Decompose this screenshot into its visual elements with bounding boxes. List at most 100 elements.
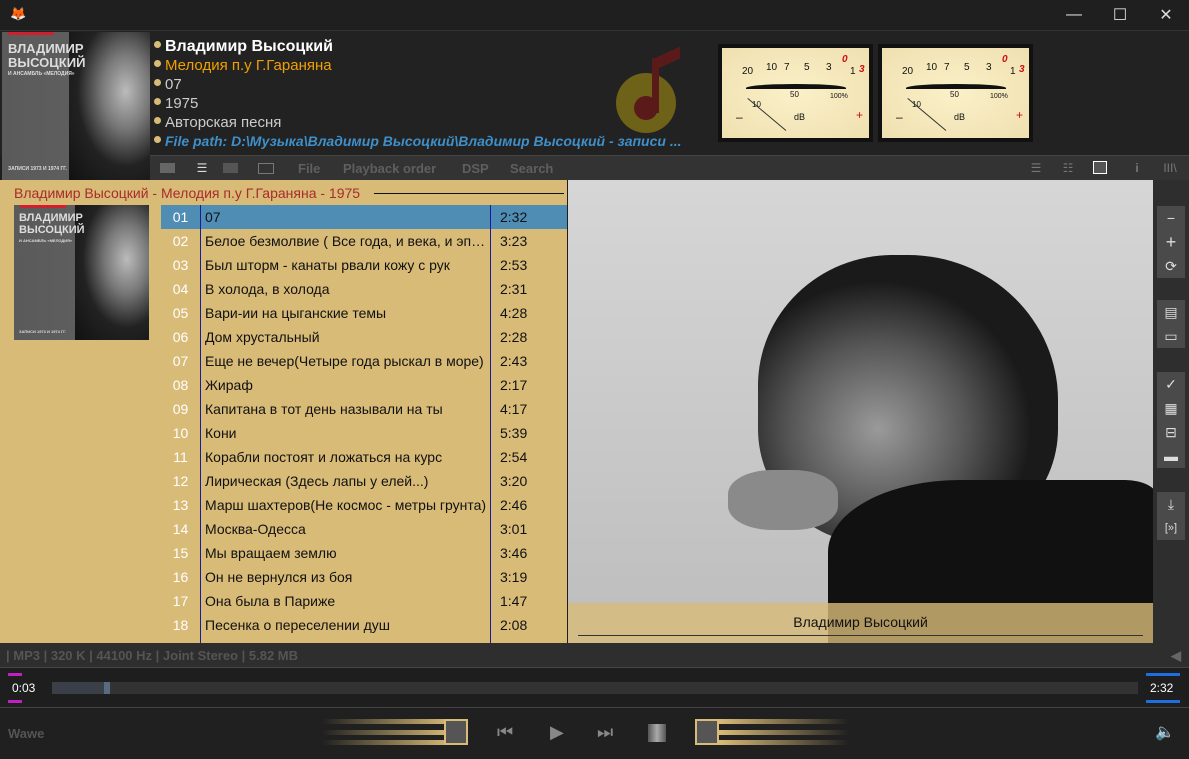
playlist-row[interactable]: 17 Она была в Париже 1:47 <box>161 589 567 613</box>
playlist-row[interactable]: 01 07 2:32 <box>161 205 567 229</box>
playlist-row[interactable]: 12 Лирическая (Здесь лапы у елей...) 3:20 <box>161 469 567 493</box>
vu-meter-left: 20107531031050100%dB–+ <box>718 44 873 142</box>
grid-icon[interactable]: ▦ <box>1157 396 1185 420</box>
play-button[interactable]: ▶ <box>550 722 564 743</box>
volume-knob[interactable] <box>695 719 719 745</box>
track-title: Она была в Париже <box>205 593 336 609</box>
next-button[interactable]: ⏭ <box>597 722 613 743</box>
track-duration: 2:28 <box>500 329 528 345</box>
balance-knob[interactable] <box>444 719 468 745</box>
download-icon[interactable]: ⤓ <box>1157 492 1185 516</box>
track-number: 06 <box>172 329 189 345</box>
playlist-row[interactable]: 06 Дом хрустальный 2:28 <box>161 325 567 349</box>
window-icon[interactable] <box>258 163 274 174</box>
playlist-row[interactable]: 16 Он не вернулся из боя 3:19 <box>161 565 567 589</box>
playlist-row[interactable]: 02 Белое безмолвие ( Все года, и века, и … <box>161 229 567 253</box>
playlist-row[interactable]: 18 Песенка о переселении душ 2:08 <box>161 613 567 637</box>
volume-icon[interactable]: 🔈 <box>1155 722 1175 742</box>
vu-scale-label: 5 <box>804 62 810 73</box>
track-duration: 2:31 <box>500 281 528 297</box>
vu-red-label: 3 <box>859 64 865 75</box>
track-number: 05 <box>172 305 189 321</box>
seek-area: 0:03 2:32 <box>0 668 1189 708</box>
track-duration: 3:19 <box>500 569 528 585</box>
track-title: 07 <box>205 209 221 225</box>
stop-button[interactable] <box>648 724 666 742</box>
track-number: 13 <box>172 497 189 513</box>
bullet-list-icon[interactable]: ☷ <box>1060 162 1076 174</box>
playlist-row[interactable]: 08 Жираф 2:17 <box>161 373 567 397</box>
check-icon[interactable]: ✓ <box>1157 372 1185 396</box>
fullscreen-icon[interactable]: ▭ <box>1157 324 1185 348</box>
layout-text-icon[interactable]: ▤ <box>1157 300 1185 324</box>
zoom-out-icon[interactable]: − <box>1157 206 1185 230</box>
track-title: Дом хрустальный <box>205 329 320 345</box>
group-divider <box>374 193 564 194</box>
track-number: 01 <box>172 209 189 225</box>
vu-inner-label: 100% <box>990 93 1008 100</box>
vu-meter-right: 20107531031050100%dB–+ <box>878 44 1033 142</box>
vu-red-label: 0 <box>842 54 848 65</box>
minimize-button[interactable]: — <box>1051 0 1097 30</box>
track-duration: 4:17 <box>500 401 528 417</box>
playlist-row[interactable]: 04 В холода, в холода 2:31 <box>161 277 567 301</box>
track-title: Лирическая (Здесь лапы у елей...) <box>205 473 429 489</box>
artist-image-icon[interactable] <box>1093 161 1107 174</box>
volume-slider-track <box>719 719 849 745</box>
vu-unit: dB <box>794 112 806 122</box>
lines-icon[interactable]: ☰ <box>1028 162 1044 174</box>
maximize-button[interactable]: ☐ <box>1097 0 1143 30</box>
track-title: Еще не вечер(Четыре года рыскал в море) <box>205 353 484 369</box>
close-button[interactable]: ✕ <box>1143 0 1189 30</box>
track-title: Корабли постоят и ложаться на курс <box>205 449 443 465</box>
menu-file[interactable]: File <box>298 161 320 176</box>
vu-inner-label: 100% <box>830 93 848 100</box>
playlist-row[interactable]: 14 Москва-Одесса 3:01 <box>161 517 567 541</box>
menu-search[interactable]: Search <box>510 161 553 176</box>
track-duration: 3:20 <box>500 473 528 489</box>
track-title: В холода, в холода <box>205 281 330 297</box>
app-icon: 🦊 <box>10 6 27 21</box>
track-duration: 4:28 <box>500 305 528 321</box>
seek-bar[interactable] <box>52 682 1138 694</box>
total-time: 2:32 <box>1150 681 1174 695</box>
vu-minus: – <box>896 110 903 124</box>
zoom-in-icon[interactable]: + <box>1157 230 1185 254</box>
playlist-row[interactable]: 11 Корабли постоят и ложаться на курс 2:54 <box>161 445 567 469</box>
list-icon[interactable]: ☰ <box>194 162 210 174</box>
skip-forward-icon[interactable]: [»] <box>1157 516 1185 540</box>
split-icon[interactable]: ⊟ <box>1157 420 1185 444</box>
playlist-row[interactable]: 09 Капитана в тот день называли на ты 4:17 <box>161 397 567 421</box>
back-arrow-icon[interactable]: ◀ <box>1171 643 1181 668</box>
vu-scale-label: 10 <box>766 62 778 73</box>
vu-inner-label: 50 <box>950 90 959 99</box>
vu-needle <box>907 98 947 131</box>
playlist-row[interactable]: 03 Был шторм - канаты рвали кожу с рук 2:5… <box>161 253 567 277</box>
track-number: 18 <box>172 617 189 633</box>
playlist-row[interactable]: 13 Марш шахтеров(Не космос - метры грунта… <box>161 493 567 517</box>
track-number: 09 <box>172 401 189 417</box>
layout-icon[interactable] <box>160 163 175 173</box>
track-duration: 2:32 <box>500 209 528 225</box>
menu-dsp[interactable]: DSP <box>462 161 489 176</box>
file-format-info: | MP3 | 320 K | 44100 Hz | Joint Stereo … <box>6 648 299 663</box>
library-icon[interactable]: III\ <box>1160 162 1180 174</box>
playlist-row[interactable]: 05 Вари-ии на цыганские темы 4:28 <box>161 301 567 325</box>
film-icon[interactable] <box>223 163 238 173</box>
vu-scale-label: 1 <box>1010 66 1016 77</box>
previous-button[interactable]: ⏮ <box>497 722 513 743</box>
menu-playback-order[interactable]: Playback order <box>343 161 436 176</box>
photo-caption: Владимир Высоцкий <box>793 614 928 630</box>
playlist-row[interactable]: 10 Кони 5:39 <box>161 421 567 445</box>
visualization-label[interactable]: Wawe <box>8 726 44 741</box>
refresh-icon[interactable]: ⟳ <box>1157 254 1185 278</box>
folder-icon[interactable]: ▬ <box>1157 444 1185 468</box>
vu-red-label: 0 <box>1002 54 1008 65</box>
info-icon[interactable]: i <box>1129 162 1145 174</box>
track-number: 07 <box>172 353 189 369</box>
track-title: Капитана в тот день называли на ты <box>205 401 443 417</box>
playlist-row[interactable]: 07 Еще не вечер(Четыре года рыскал в море… <box>161 349 567 373</box>
track-title: Был шторм - канаты рвали кожу с рук <box>205 257 450 273</box>
track-number: 11 <box>173 449 188 465</box>
playlist-row[interactable]: 15 Мы вращаем землю 3:46 <box>161 541 567 565</box>
